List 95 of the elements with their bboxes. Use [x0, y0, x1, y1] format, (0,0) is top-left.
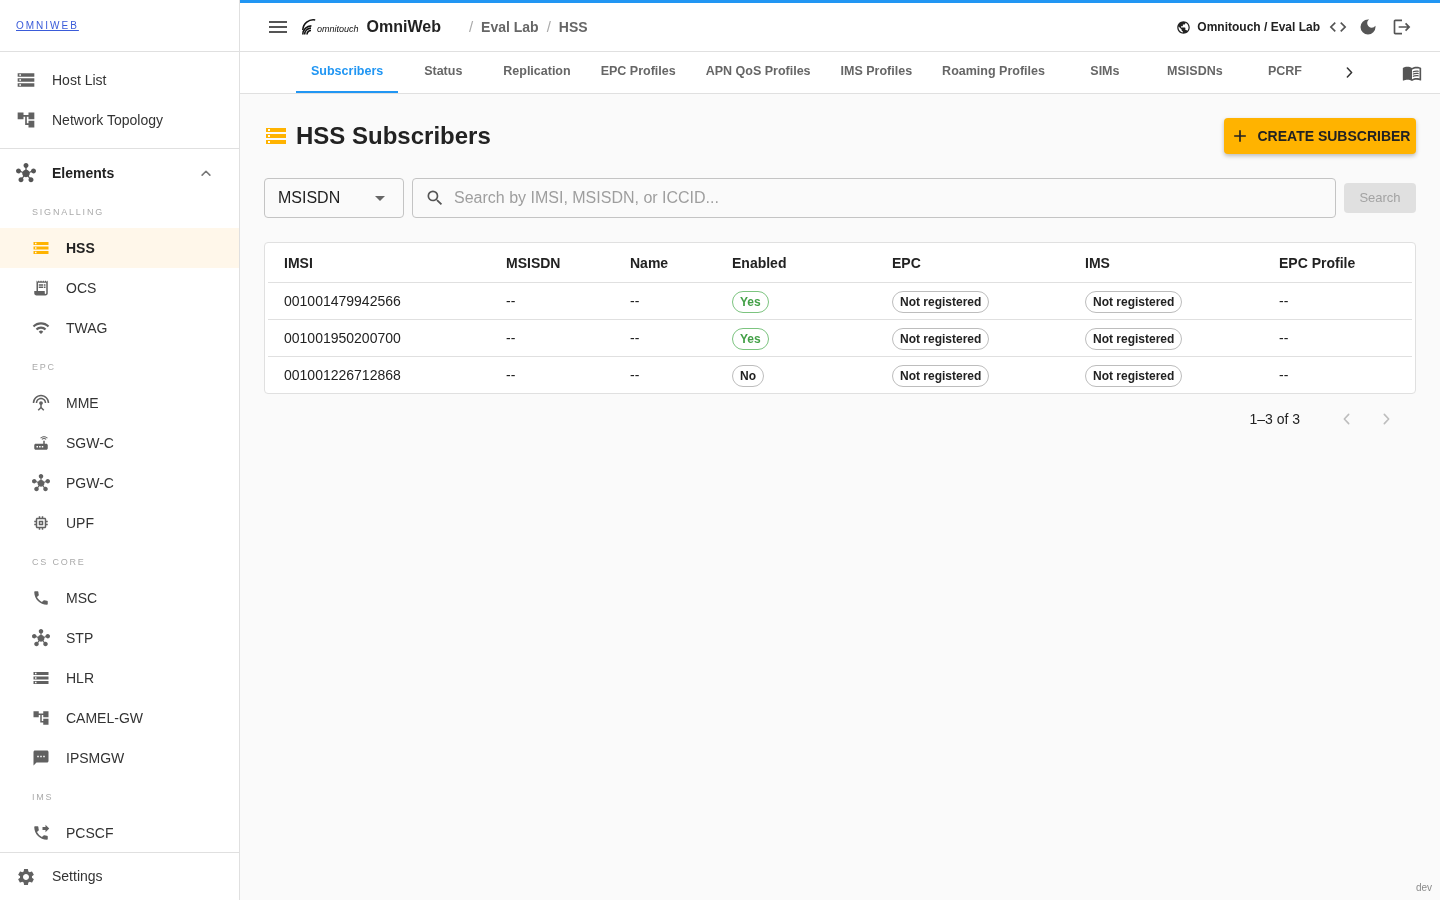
brand-link[interactable]: OMNIWEB — [16, 18, 79, 33]
logout-button[interactable] — [1392, 17, 1412, 37]
chevron-right-icon — [1346, 67, 1354, 78]
table-cell: -- — [1279, 292, 1289, 309]
receipt-icon — [32, 279, 50, 297]
phone-icon — [32, 589, 50, 607]
tab[interactable]: EPC Profiles — [585, 52, 691, 93]
router-icon — [32, 434, 50, 452]
create-subscriber-button[interactable]: CREATE SUBSCRIBER — [1224, 118, 1416, 154]
moon-icon — [1358, 17, 1378, 37]
tree-diagram-icon — [32, 709, 50, 727]
tab[interactable]: Roaming Profiles — [927, 52, 1060, 93]
breadcrumb-item[interactable]: Eval Lab — [481, 16, 539, 38]
logo-wordmark: omnitouch — [317, 25, 359, 34]
globe-icon — [1176, 19, 1192, 35]
chevron-left-icon — [1342, 413, 1350, 425]
search-icon — [425, 188, 445, 208]
nav-item[interactable]: CAMEL-GW — [0, 698, 239, 738]
nav-item[interactable]: HSS — [0, 228, 239, 268]
table-cell: 001001479942566 — [284, 292, 401, 309]
nav-item[interactable]: SGW-C — [0, 423, 239, 463]
wave-arcs-logo-icon — [302, 19, 316, 35]
nav-item[interactable]: STP — [0, 618, 239, 658]
breadcrumb-separator: / — [468, 16, 474, 37]
dropdown-arrow-icon — [375, 195, 385, 201]
server-rack-icon — [16, 70, 36, 90]
column-header: IMSI — [284, 255, 313, 272]
theme-button[interactable] — [1358, 17, 1378, 37]
breadcrumb-item[interactable]: HSS — [558, 16, 588, 38]
table-cell: -- — [630, 292, 640, 309]
table-cell: -- — [506, 366, 516, 383]
chat-bubble-icon — [32, 749, 50, 767]
nav-item[interactable]: PGW-C — [0, 463, 239, 503]
breadcrumb-separator: / — [546, 16, 551, 37]
table-cell: -- — [630, 329, 640, 346]
column-header: MSISDN — [506, 255, 561, 272]
nav-item[interactable]: Network Topology — [0, 100, 239, 140]
chevron-right-icon — [1382, 413, 1390, 425]
phone-forward-icon — [32, 824, 50, 842]
nav-group-header[interactable]: Elements — [0, 149, 239, 197]
tree-diagram-icon — [16, 110, 36, 130]
tab[interactable]: Status — [398, 52, 489, 93]
column-header: IMS — [1085, 255, 1110, 272]
table-cell: 001001950200700 — [284, 329, 401, 346]
column-header: EPC Profile — [1279, 255, 1356, 272]
section-heading: CS CORE — [32, 555, 86, 569]
table-cell: -- — [630, 366, 640, 383]
table-row[interactable]: 001001479942566 -- -- Yes Not registered Not registered -- — [268, 282, 1412, 319]
environment-label: dev — [1415, 880, 1432, 895]
table-cell: -- — [1279, 366, 1289, 383]
tenant-label: Omnitouch / Eval Lab — [1197, 19, 1320, 36]
column-header: EPC — [892, 255, 921, 272]
wifi-icon — [32, 319, 50, 337]
page-title: HSS Subscribers — [296, 121, 491, 151]
tab[interactable]: PCRF — [1239, 52, 1330, 93]
hub-icon — [32, 474, 50, 492]
nav-item[interactable]: MME — [0, 383, 239, 423]
search-field-select[interactable]: MSISDN — [264, 178, 404, 218]
hub-icon — [32, 629, 50, 647]
nav-item[interactable]: Settings — [0, 852, 239, 900]
chip-icon — [32, 514, 50, 532]
logout-icon — [1392, 17, 1412, 37]
table-row[interactable]: 001001950200700 -- -- Yes Not registered Not registered -- — [268, 319, 1412, 356]
table-cell: -- — [506, 292, 516, 309]
nav-item[interactable]: MSC — [0, 578, 239, 618]
app-name: OmniWeb — [366, 17, 441, 37]
search-input[interactable]: Search by IMSI, MSISDN, or ICCID... — [412, 178, 1336, 218]
tab[interactable]: Replication — [488, 52, 586, 93]
tab[interactable]: MSISDNs — [1149, 52, 1240, 93]
column-header: Enabled — [732, 255, 787, 272]
antenna-icon — [32, 394, 50, 412]
nav-item[interactable]: UPF — [0, 503, 239, 543]
nav-item[interactable]: OCS — [0, 268, 239, 308]
tab[interactable]: IMS Profiles — [825, 52, 928, 93]
column-header: Name — [630, 255, 669, 272]
section-heading: EPC — [32, 360, 56, 374]
tab[interactable]: SIMs — [1059, 52, 1150, 93]
nav-item[interactable]: HLR — [0, 658, 239, 698]
table-cell: -- — [1279, 329, 1289, 346]
nav-item[interactable]: Host List — [0, 60, 239, 100]
section-heading: IMS — [32, 790, 54, 804]
hub-icon — [16, 163, 36, 183]
section-heading: SIGNALLING — [32, 205, 105, 219]
server-rack-icon — [32, 239, 50, 257]
nav-item[interactable]: TWAG — [0, 308, 239, 348]
table-row[interactable]: 001001226712868 -- -- No Not registered Not registered -- — [268, 356, 1412, 393]
tab[interactable]: APN QoS Profiles — [690, 52, 826, 93]
table-cell: -- — [506, 329, 516, 346]
pagination-range: 1–3 of 3 — [1249, 409, 1300, 429]
nav-item[interactable]: PCSCF — [0, 813, 239, 852]
settings-icon — [16, 866, 36, 887]
table-cell: 001001226712868 — [284, 366, 401, 383]
chevron-up-icon — [201, 170, 211, 176]
nav-item[interactable]: IPSMGW — [0, 738, 239, 778]
server-rack-icon — [32, 669, 50, 687]
